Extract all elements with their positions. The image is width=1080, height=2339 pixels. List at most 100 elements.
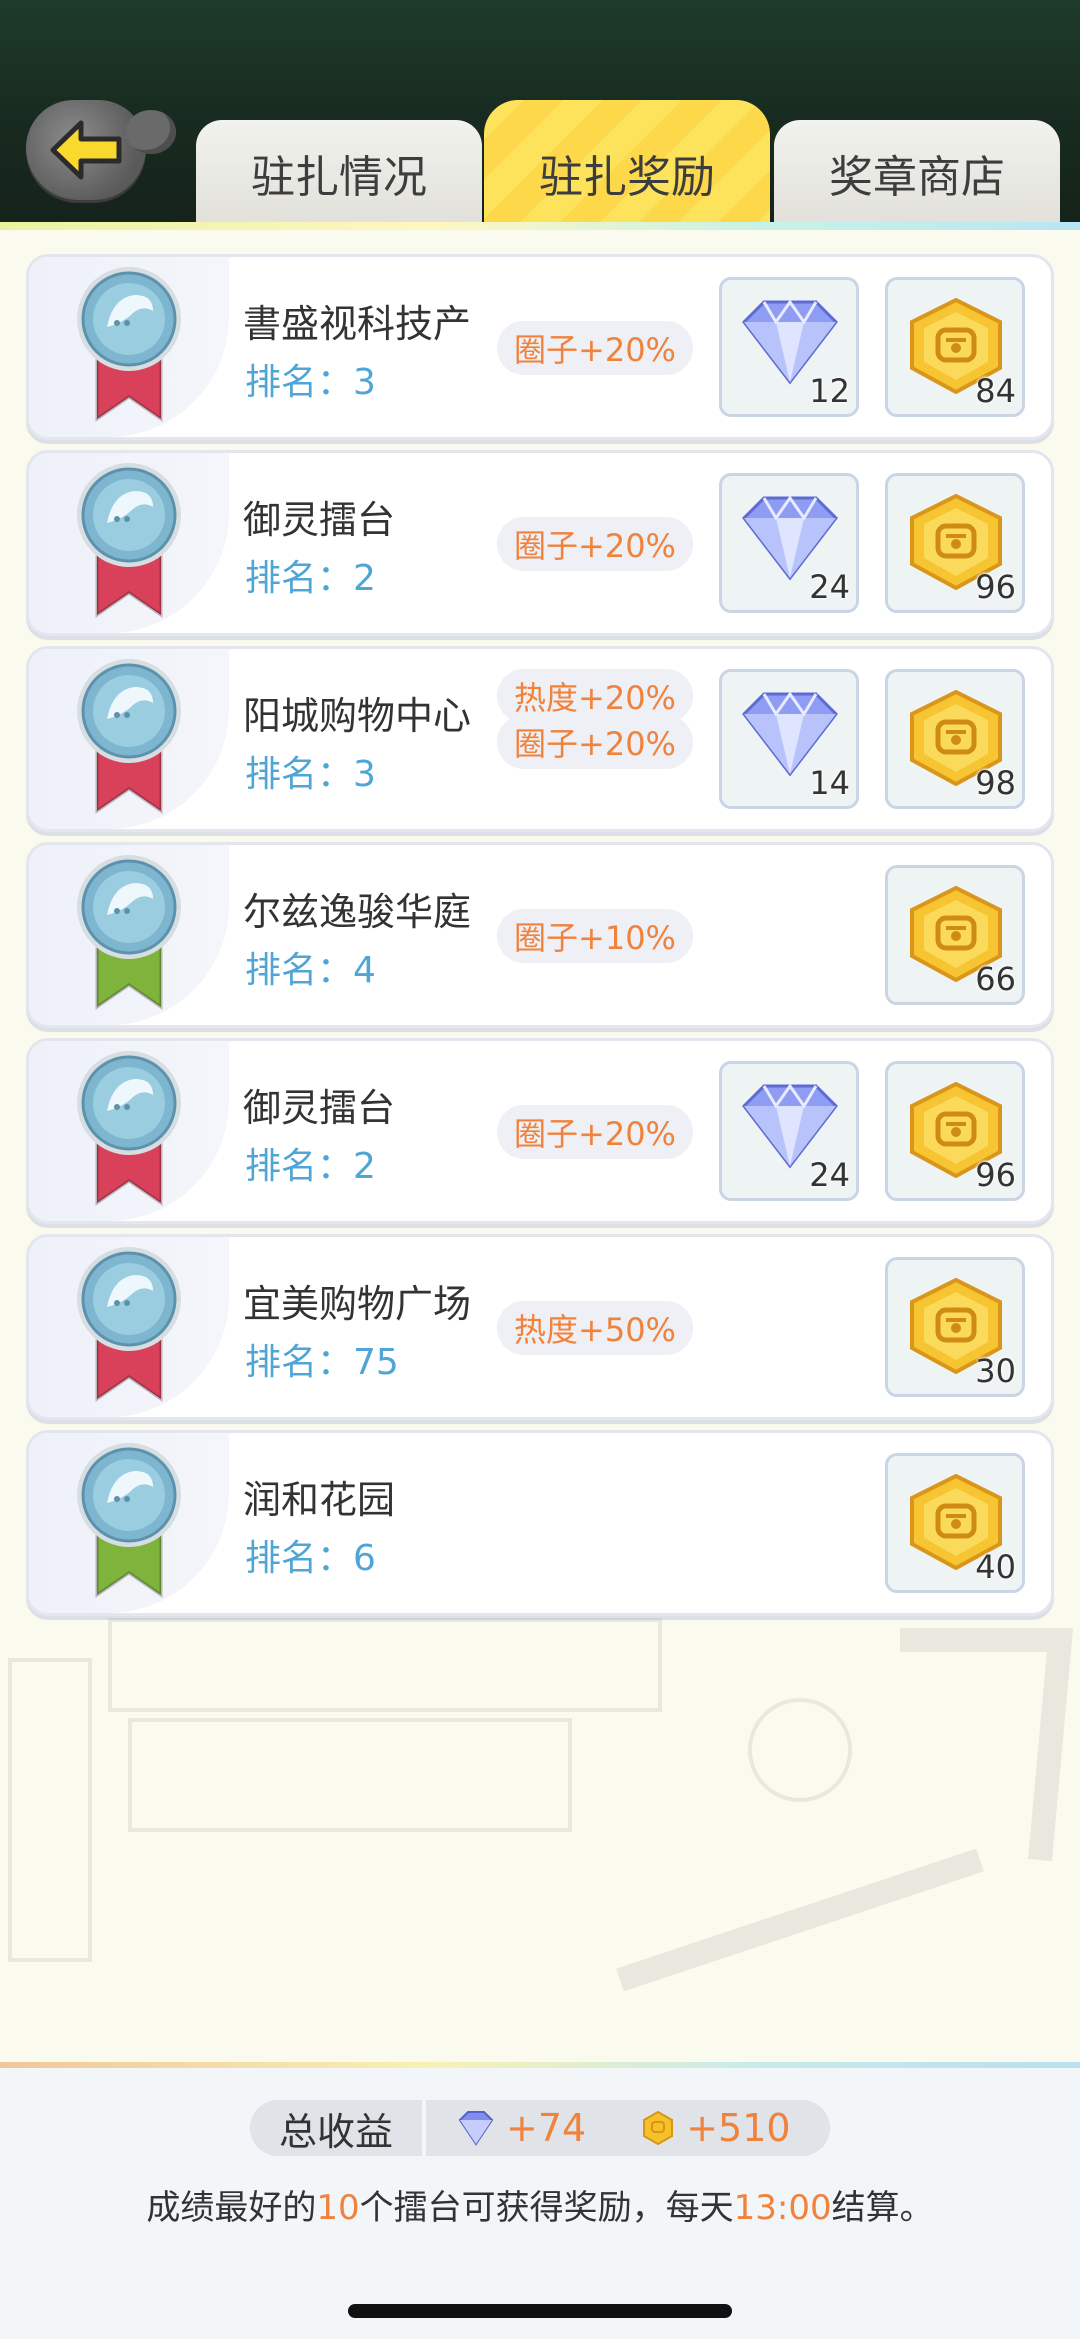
background-decoration — [8, 1618, 1074, 1992]
back-button-curl — [126, 110, 176, 154]
rank-value: 3 — [353, 754, 376, 795]
gem-reward-slot[interactable]: 14 — [719, 669, 859, 809]
settlement-notice: 成绩最好的10个擂台可获得奖励，每天13:00结算。 — [0, 2180, 1080, 2229]
coin-reward-slot[interactable]: 66 — [885, 865, 1025, 1005]
coin-reward-slot[interactable]: 98 — [885, 669, 1025, 809]
rank-label: 排名： — [245, 1342, 354, 1383]
coin-count: 84 — [975, 372, 1016, 410]
coin-count: 98 — [975, 764, 1016, 802]
header-divider — [0, 222, 1080, 230]
tab-label: 驻扎奖励 — [539, 152, 715, 203]
rank-text: 排名：2 — [245, 1137, 376, 1189]
reward-card: 宜美购物广场 排名：75 热度+50% 30 — [26, 1234, 1054, 1420]
medal-icon — [77, 659, 181, 814]
gem-reward-slot[interactable]: 12 — [719, 277, 859, 417]
rank-text: 排名：4 — [245, 941, 376, 993]
rank-text: 排名：6 — [245, 1529, 376, 1581]
tab-stationing-rewards[interactable]: 驻扎奖励 — [484, 100, 770, 226]
tab-label: 奖章商店 — [829, 152, 1005, 203]
coin-icon — [643, 2110, 674, 2146]
footer-divider — [0, 2062, 1080, 2068]
diamond-icon — [458, 2111, 494, 2146]
coin-count: 96 — [975, 568, 1016, 606]
medal-icon — [77, 1051, 181, 1206]
reward-card: 書盛视科技产 排名：3 圈子+20% 12 84 — [26, 254, 1054, 440]
coin-reward-slot[interactable]: 96 — [885, 473, 1025, 613]
gem-total-value: +74 — [506, 2106, 587, 2150]
gem-count: 24 — [809, 568, 850, 606]
coin-count: 96 — [975, 1156, 1016, 1194]
rank-value: 3 — [353, 362, 376, 403]
bonus-badge: 圈子+20% — [497, 517, 693, 571]
rank-label: 排名： — [245, 754, 354, 795]
notice-highlight-count: 10 — [316, 2188, 360, 2228]
rank-label: 排名： — [245, 362, 354, 403]
reward-card: 阳城购物中心 排名：3 热度+20% 圈子+20% 14 98 — [26, 646, 1054, 832]
tab-stationing-status[interactable]: 驻扎情况 — [196, 120, 482, 226]
rank-value: 75 — [353, 1342, 399, 1383]
reward-card: 润和花园排名：6 40 — [26, 1430, 1054, 1616]
rank-label: 排名： — [245, 558, 354, 599]
arrow-left-icon — [50, 120, 122, 180]
coin-total: +510 — [640, 2106, 791, 2150]
arena-name: 尔兹逸骏华庭 — [243, 890, 472, 931]
coin-reward-slot[interactable]: 30 — [885, 1257, 1025, 1397]
rank-text: 排名：75 — [245, 1333, 399, 1385]
rank-label: 排名： — [245, 1146, 354, 1187]
gem-reward-slot[interactable]: 24 — [719, 1061, 859, 1201]
notice-text: 个擂台可获得奖励，每天 — [359, 2188, 734, 2228]
arena-name: 宜美购物广场 — [243, 1282, 472, 1323]
rank-value: 2 — [353, 558, 376, 599]
total-separator — [422, 2100, 426, 2156]
gem-count: 24 — [809, 1156, 850, 1194]
arena-name: 御灵擂台 — [243, 498, 396, 539]
coin-count: 66 — [975, 960, 1016, 998]
arena-name: 書盛视科技产 — [243, 302, 472, 343]
rank-text: 排名：2 — [245, 549, 376, 601]
notice-text: 结算。 — [831, 2188, 934, 2228]
rank-label: 排名： — [245, 1538, 354, 1579]
medal-icon — [77, 1247, 181, 1402]
bonus-badge: 圈子+20% — [497, 715, 693, 769]
rank-text: 排名：3 — [245, 745, 376, 797]
coin-total-value: +510 — [686, 2106, 791, 2150]
reward-card: 尔兹逸骏华庭 排名：4 圈子+10% 66 — [26, 842, 1054, 1028]
tab-medal-shop[interactable]: 奖章商店 — [774, 120, 1060, 226]
gem-reward-slot[interactable]: 24 — [719, 473, 859, 613]
back-button[interactable] — [26, 100, 176, 200]
home-indicator[interactable] — [348, 2304, 732, 2318]
gem-count: 12 — [809, 372, 850, 410]
medal-icon — [77, 1443, 181, 1598]
rank-value: 4 — [353, 950, 376, 991]
reward-list: 書盛视科技产 排名：3 圈子+20% 12 84 御灵擂台 排名：2 圈子+20% 24… — [26, 254, 1054, 1626]
coin-count: 40 — [975, 1548, 1016, 1586]
tab-label: 驻扎情况 — [251, 152, 427, 203]
bonus-badge: 圈子+10% — [497, 909, 693, 963]
medal-icon — [77, 463, 181, 618]
bonus-badge: 热度+50% — [497, 1301, 693, 1355]
medal-icon — [77, 267, 181, 422]
notice-text: 成绩最好的 — [146, 2188, 317, 2228]
total-earnings-bar: 总收益 +74 +510 — [250, 2100, 830, 2156]
gem-total: +74 — [456, 2106, 586, 2150]
reward-card: 御灵擂台排名：2 圈子+20% 24 96 — [26, 1038, 1054, 1224]
rank-label: 排名： — [245, 950, 354, 991]
arena-name: 阳城购物中心 — [243, 694, 472, 735]
coin-reward-slot[interactable]: 96 — [885, 1061, 1025, 1201]
arena-name: 御灵擂台 — [243, 1086, 396, 1127]
coin-reward-slot[interactable]: 84 — [885, 277, 1025, 417]
bonus-badge: 圈子+20% — [497, 1105, 693, 1159]
notice-highlight-time: 13:00 — [733, 2188, 832, 2228]
reward-card: 御灵擂台排名：2 圈子+20% 24 96 — [26, 450, 1054, 636]
coin-count: 30 — [975, 1352, 1016, 1390]
rank-value: 6 — [353, 1538, 376, 1579]
medal-icon — [77, 855, 181, 1010]
bonus-badge: 圈子+20% — [497, 321, 693, 375]
rank-value: 2 — [353, 1146, 376, 1187]
gem-count: 14 — [809, 764, 850, 802]
rank-text: 排名：3 — [245, 353, 376, 405]
arena-name: 润和花园 — [243, 1478, 396, 1519]
coin-reward-slot[interactable]: 40 — [885, 1453, 1025, 1593]
footer: 总收益 +74 +510 成绩最好的10个擂台可获得奖励，每天13:00结算。 — [0, 2062, 1080, 2339]
total-earnings-label: 总收益 — [278, 2109, 393, 2154]
